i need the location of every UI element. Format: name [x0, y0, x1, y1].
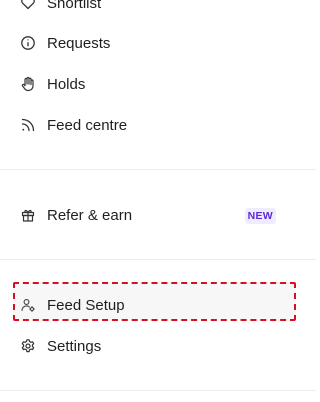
menu-item-feed-setup[interactable]: Feed Setup [20, 291, 300, 319]
menu-item-feed-centre[interactable]: Feed centre [20, 111, 300, 139]
menu-divider [0, 259, 316, 260]
menu-item-label: Refer & earn [47, 206, 133, 224]
menu-divider [0, 169, 316, 170]
new-badge: NEW [244, 208, 276, 224]
heart-icon [20, 0, 36, 11]
menu-item-shortlist[interactable]: Shortlist [20, 0, 300, 17]
gift-icon [20, 207, 36, 223]
hand-icon [20, 76, 36, 92]
user-gear-icon [20, 297, 36, 313]
menu-item-requests[interactable]: Requests [20, 29, 300, 57]
side-menu: Shortlist Requests Holds Feed centre Ref… [0, 0, 316, 402]
menu-item-holds[interactable]: Holds [20, 70, 300, 98]
gear-icon [20, 338, 36, 354]
menu-item-label: Feed Setup [47, 296, 125, 314]
menu-item-refer-earn[interactable]: Refer & earn NEW [20, 201, 300, 229]
menu-item-label: Requests [47, 34, 111, 52]
info-icon [20, 35, 36, 51]
menu-divider [0, 390, 316, 391]
menu-item-label: Feed centre [47, 116, 128, 134]
menu-item-label: Settings [47, 337, 102, 355]
rss-icon [20, 117, 36, 133]
menu-item-label: Holds [47, 75, 86, 93]
menu-item-settings[interactable]: Settings [20, 332, 300, 360]
menu-item-label: Shortlist [47, 0, 102, 12]
